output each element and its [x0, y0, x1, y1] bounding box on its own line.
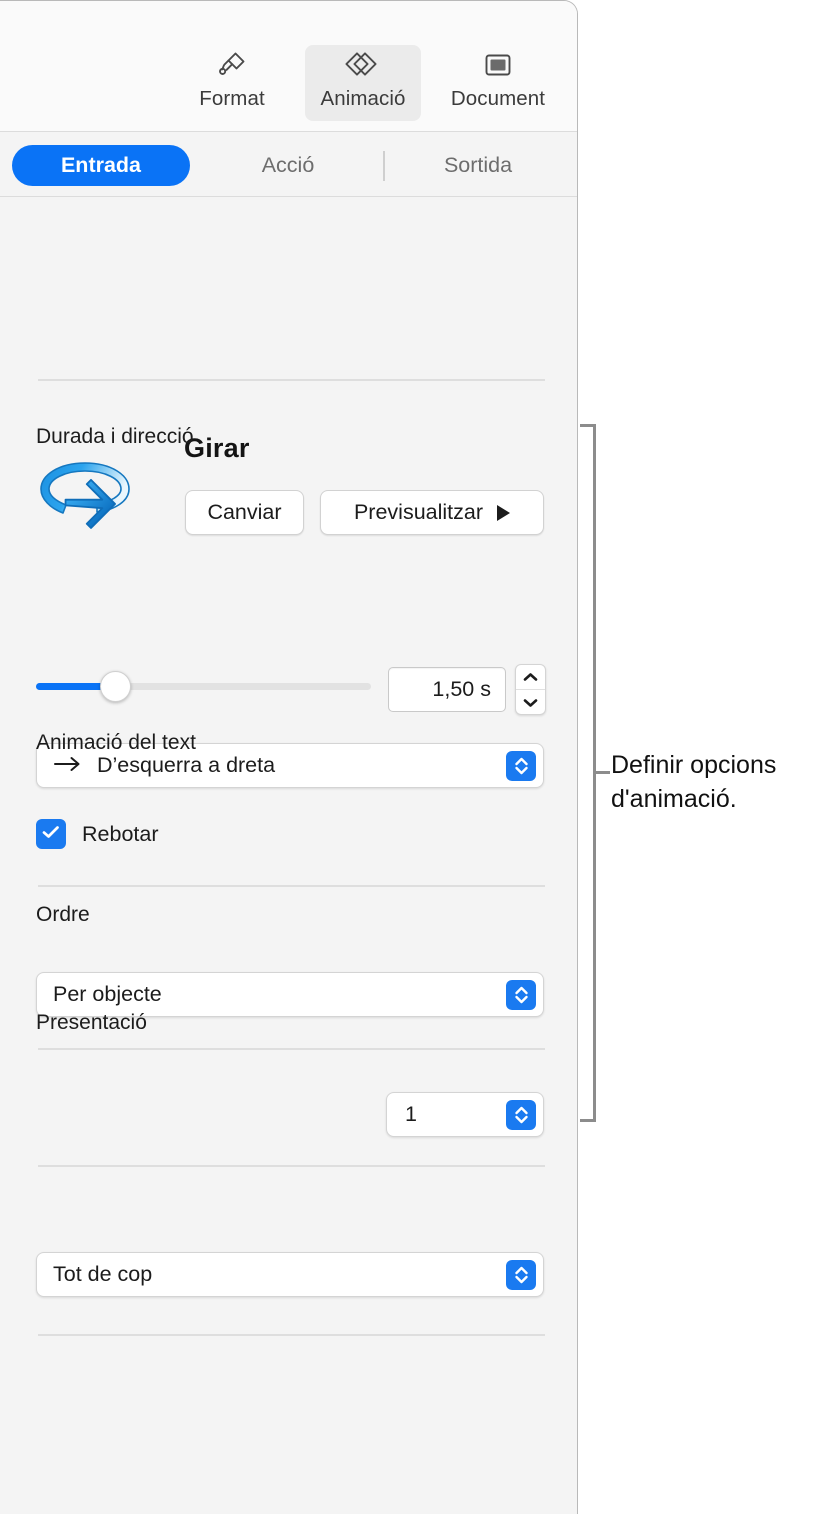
tab-separator [383, 151, 385, 181]
delivery-value: Tot de cop [53, 1262, 153, 1286]
animation-stage-tabs: Entrada Acció Sortida [0, 132, 577, 197]
toolbar-item-label: Animació [320, 87, 406, 110]
paintbrush-icon [215, 45, 249, 85]
section-divider [38, 1334, 545, 1336]
section-divider [38, 1165, 545, 1167]
change-effect-button[interactable]: Canviar [185, 490, 304, 535]
tab-entrada[interactable]: Entrada [12, 145, 190, 186]
duration-section-label: Durada i direcció [36, 425, 194, 448]
chevron-up-down-icon [506, 1259, 536, 1290]
duration-stepper[interactable] [515, 664, 546, 715]
toolbar-item-label: Format [199, 87, 265, 110]
inspector-toolbar: Format Animació Document [0, 1, 577, 132]
arrow-right-icon [53, 753, 83, 778]
document-icon [481, 45, 515, 85]
toolbar-item-format[interactable]: Format [174, 45, 290, 121]
text-animation-section-label: Animació del text [36, 731, 196, 754]
section-divider [38, 379, 545, 381]
section-divider [38, 885, 545, 887]
chevron-up-down-icon [506, 1099, 536, 1130]
bounce-label: Rebotar [82, 821, 159, 846]
toolbar-item-document[interactable]: Document [440, 45, 556, 121]
duration-slider-knob[interactable] [100, 671, 131, 702]
duration-input[interactable]: 1,50 s [388, 667, 506, 712]
animation-diamonds-icon [344, 45, 382, 85]
bounce-checkbox-row[interactable]: Rebotar [36, 819, 159, 849]
tab-sortida[interactable]: Sortida [390, 145, 566, 186]
effect-name: Girar [184, 433, 250, 463]
toolbar-item-animation[interactable]: Animació [305, 45, 421, 121]
text-animation-value: Per objecte [53, 982, 162, 1006]
duration-slider-track[interactable] [36, 683, 371, 690]
callout-bracket [580, 424, 596, 1122]
duration-slider-fill [36, 683, 104, 690]
toolbar-item-label: Document [450, 87, 546, 110]
stepper-up-icon[interactable] [516, 665, 545, 690]
order-value: 1 [405, 1102, 417, 1126]
play-triangle-icon [497, 504, 511, 521]
delivery-section-label: Presentació [36, 1011, 147, 1034]
direction-value: D’esquerra a dreta [97, 753, 276, 777]
tab-accio[interactable]: Acció [200, 145, 376, 186]
chevron-up-down-icon [506, 979, 536, 1010]
order-popup-button[interactable]: 1 [386, 1092, 544, 1137]
preview-button[interactable]: Previsualitzar [320, 490, 544, 535]
animation-inspector-panel: Format Animació Document Entrada Acció S… [0, 0, 578, 1514]
delivery-popup-button[interactable]: Tot de cop [36, 1252, 544, 1297]
order-label: Ordre [36, 903, 90, 926]
callout-leader-line [596, 771, 610, 774]
callout-text: Definir opcions d'animació. [611, 751, 777, 813]
bounce-checkbox[interactable] [36, 819, 66, 849]
rotate-3d-arrow-icon [33, 449, 137, 549]
section-divider [38, 1048, 545, 1050]
chevron-up-down-icon [506, 750, 536, 781]
inspector-content: Girar Canviar Previsualitzar Durada i di… [0, 197, 577, 1514]
checkmark-icon [41, 824, 61, 845]
stepper-down-icon[interactable] [516, 690, 545, 714]
preview-button-label: Previsualitzar [353, 500, 484, 524]
